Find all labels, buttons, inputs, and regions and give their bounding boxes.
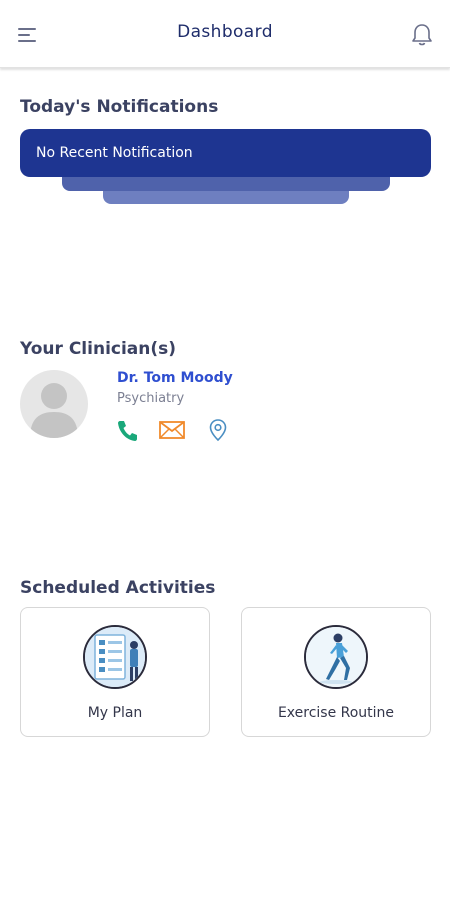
activity-card-my-plan[interactable]: My Plan: [20, 607, 210, 737]
clinician-specialty: Psychiatry: [117, 391, 185, 406]
page-title: Dashboard: [177, 22, 273, 42]
notification-card[interactable]: No Recent Notification: [20, 129, 431, 177]
activity-card-label: Exercise Routine: [277, 705, 395, 721]
plan-checklist-icon: [83, 625, 147, 689]
mail-icon[interactable]: [158, 418, 186, 442]
clinicians-section-title: Your Clinician(s): [20, 339, 177, 359]
notifications-section-title: Today's Notifications: [20, 97, 219, 117]
location-pin-icon[interactable]: [207, 418, 229, 442]
top-app-bar: Dashboard: [0, 0, 450, 68]
exercise-runner-icon: [304, 625, 368, 689]
notification-message: No Recent Notification: [36, 145, 193, 161]
activity-card-exercise-routine[interactable]: Exercise Routine: [241, 607, 431, 737]
avatar: [20, 370, 88, 438]
bell-icon[interactable]: [410, 22, 434, 48]
phone-icon[interactable]: [116, 418, 138, 442]
clinician-name[interactable]: Dr. Tom Moody: [117, 370, 233, 386]
activities-section-title: Scheduled Activities: [20, 578, 216, 598]
activity-card-label: My Plan: [87, 705, 143, 721]
